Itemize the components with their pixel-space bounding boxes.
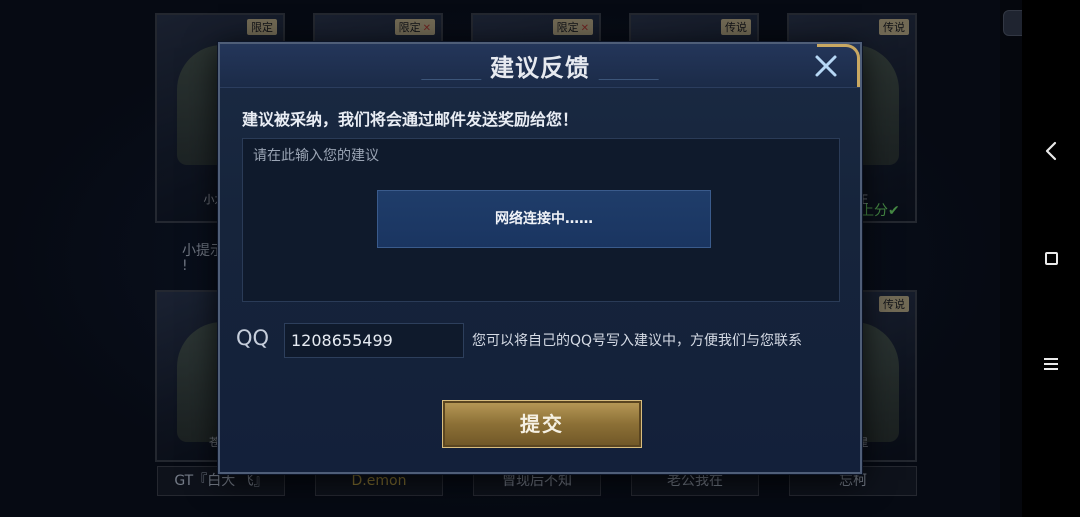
card-tag: 传说 bbox=[721, 19, 751, 35]
dialog-title-bar: 建议反馈 bbox=[220, 44, 860, 88]
qq-tip: 您可以将自己的QQ号写入建议中，方便我们与您联系 bbox=[472, 333, 803, 349]
card-tag: 限定 bbox=[552, 19, 593, 35]
feedback-dialog: 建议反馈 建议被采纳，我们将会通过邮件发送奖励给您！ 网络连接中…… QQ 您可… bbox=[218, 42, 862, 474]
score-label: 上分✔ bbox=[860, 203, 900, 219]
card-tag: 限定 bbox=[394, 19, 435, 35]
loading-toast: 网络连接中…… bbox=[377, 190, 711, 248]
square-home-icon[interactable] bbox=[1038, 246, 1064, 272]
card-tag: 传说 bbox=[879, 19, 909, 35]
system-nav-bar bbox=[1022, 0, 1080, 517]
close-icon[interactable] bbox=[810, 50, 842, 82]
hamburger-menu-icon[interactable] bbox=[1038, 352, 1064, 378]
qq-label: QQ bbox=[236, 326, 270, 350]
card-tag: 传说 bbox=[879, 296, 909, 312]
reward-notice: 建议被采纳，我们将会通过邮件发送奖励给您！ bbox=[242, 110, 579, 129]
dialog-title: 建议反馈 bbox=[490, 54, 590, 82]
hint-tail: ! bbox=[182, 258, 188, 274]
qq-input[interactable] bbox=[284, 323, 464, 358]
card-tag: 限定 bbox=[247, 19, 277, 35]
submit-button[interactable]: 提交 bbox=[442, 400, 642, 448]
chevron-left-icon[interactable] bbox=[1038, 138, 1064, 164]
